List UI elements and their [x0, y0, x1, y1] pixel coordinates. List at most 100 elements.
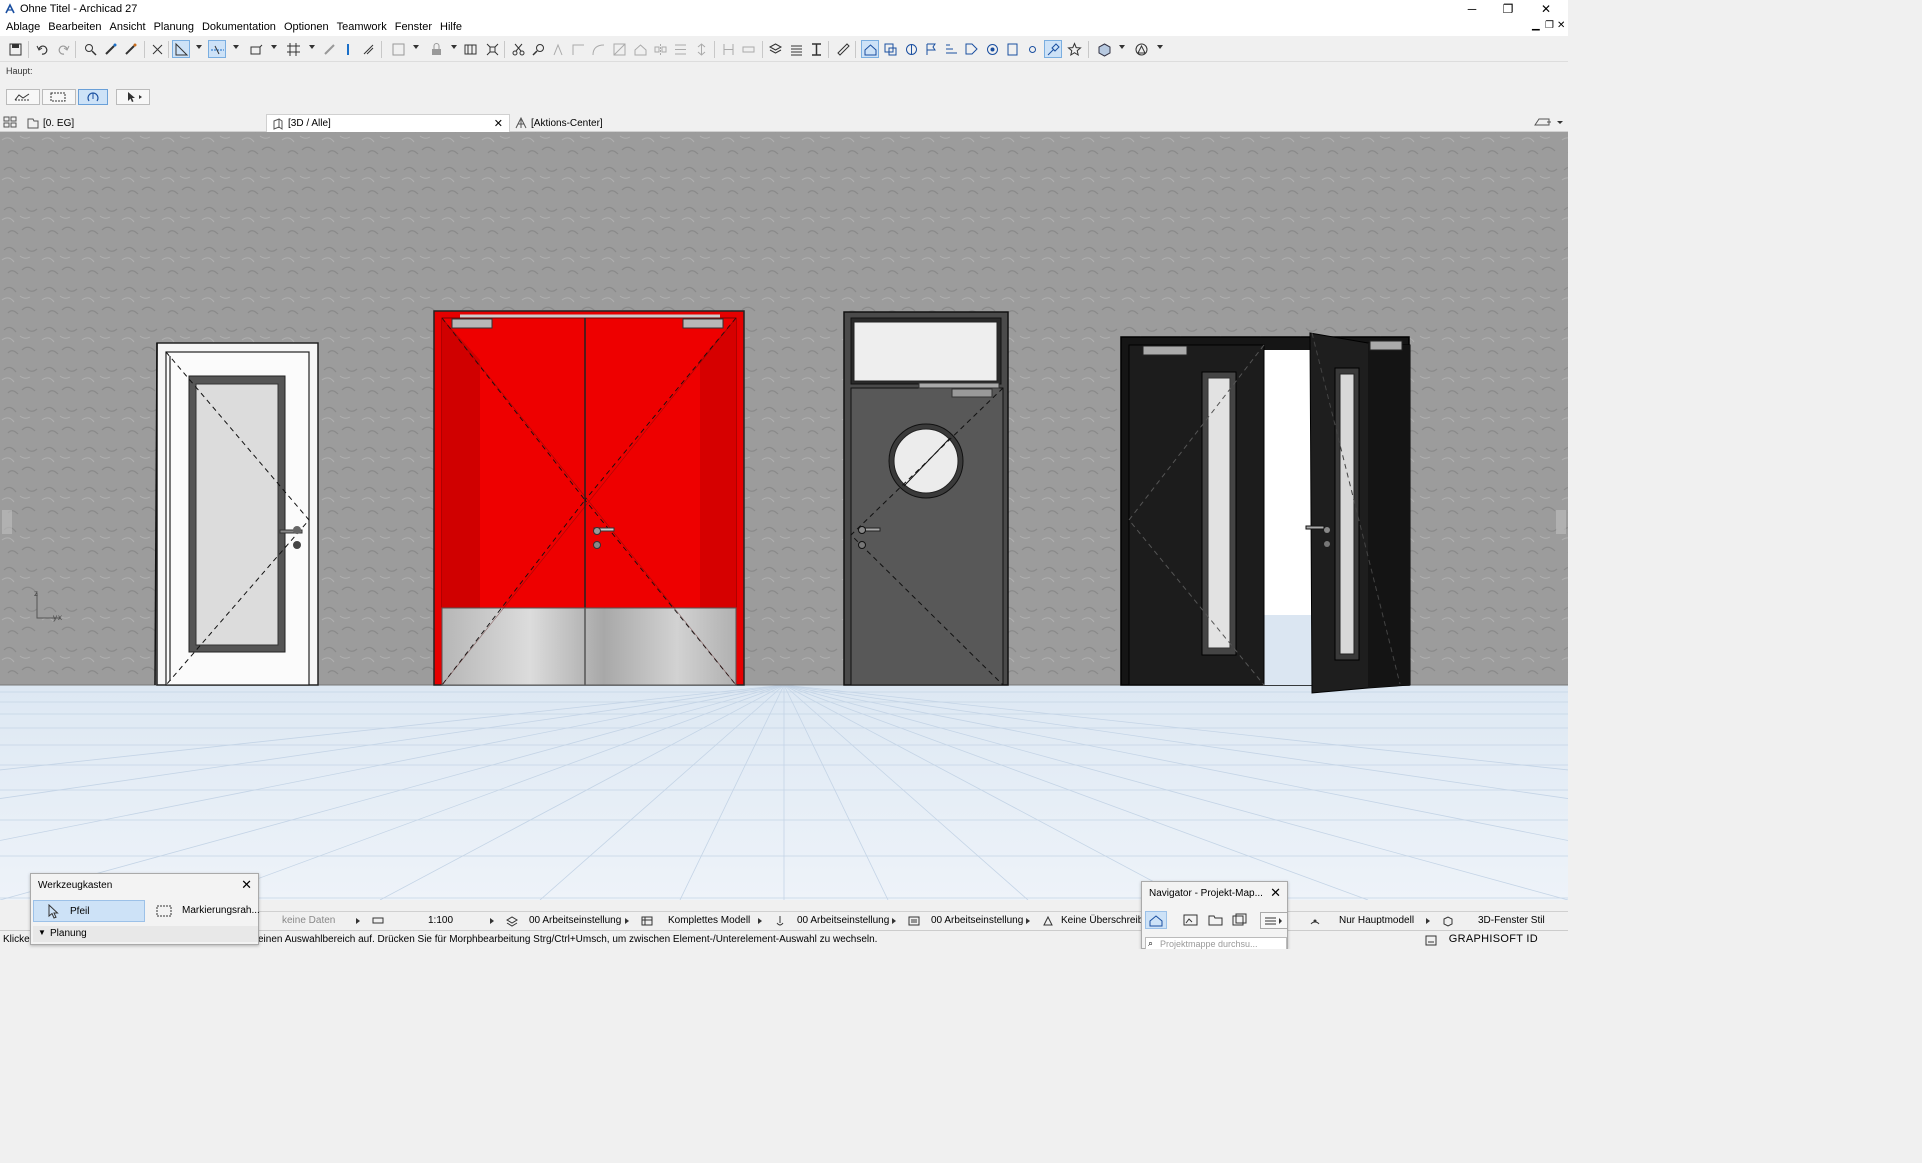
arrow-tool-button[interactable]: [116, 89, 150, 105]
mdi-close-icon[interactable]: ✕: [1557, 20, 1565, 31]
document-icon[interactable]: [1003, 40, 1021, 58]
publisher-sets-icon[interactable]: [1232, 913, 1248, 926]
menu-bearbeiten[interactable]: Bearbeiten: [44, 21, 105, 33]
layout-book-icon[interactable]: [1208, 913, 1224, 926]
stair-icon[interactable]: [787, 40, 805, 58]
selection-method-button[interactable]: [6, 89, 40, 105]
3d-viewport[interactable]: z y x: [0, 132, 1568, 900]
menu-fenster[interactable]: Fenster: [391, 21, 436, 33]
fillet-icon[interactable]: [589, 40, 607, 58]
view-map-icon[interactable]: [1183, 913, 1199, 926]
grid-snap-icon[interactable]: [284, 40, 302, 58]
model-view-icon[interactable]: [641, 915, 653, 927]
scale-value[interactable]: 1:100: [428, 915, 453, 926]
ungroup-icon[interactable]: [148, 40, 166, 58]
tab-close-icon[interactable]: ✕: [494, 117, 503, 130]
dimension-icon[interactable]: [461, 40, 479, 58]
tab-action-center[interactable]: [Aktions-Center]: [510, 114, 754, 132]
favorites-star-icon[interactable]: [1065, 40, 1083, 58]
tools-icon[interactable]: [1044, 40, 1062, 58]
pen-set-icon[interactable]: [774, 915, 786, 927]
menu-ansicht[interactable]: Ansicht: [105, 21, 149, 33]
project-map-button[interactable]: [1145, 911, 1167, 929]
find-select-icon[interactable]: [81, 40, 99, 58]
menu-optionen[interactable]: Optionen: [280, 21, 333, 33]
navigator-close-button[interactable]: ✕: [1270, 885, 1281, 901]
layers-combo-icon[interactable]: [506, 915, 518, 927]
3d-explore-icon[interactable]: [881, 40, 899, 58]
layer-combo-value[interactable]: 00 Arbeitseinstellung: [529, 915, 621, 926]
pick-up-parameters-icon[interactable]: [101, 40, 119, 58]
lock-icon[interactable]: [427, 40, 445, 58]
section-icon[interactable]: [807, 40, 825, 58]
trace-icon[interactable]: [359, 40, 377, 58]
white-door[interactable]: [154, 342, 319, 686]
snap-guides-icon[interactable]: [247, 40, 265, 58]
3d-navigation-icon[interactable]: [861, 40, 879, 58]
3d-orbit-icon[interactable]: [902, 40, 920, 58]
tag-icon[interactable]: [962, 40, 980, 58]
tab-overview-icon[interactable]: [3, 116, 19, 131]
mdi-minimize-icon[interactable]: ▁: [1532, 20, 1540, 31]
pencil-icon[interactable]: [320, 40, 338, 58]
close-window-button[interactable]: ✕: [1528, 0, 1564, 18]
menu-planung[interactable]: Planung: [150, 21, 198, 33]
id-card-icon[interactable]: [1425, 935, 1437, 946]
mvo-icon[interactable]: [908, 915, 920, 927]
black-double-door[interactable]: [1120, 332, 1411, 694]
main-model-icon[interactable]: [1309, 915, 1321, 927]
navigator-search-field[interactable]: ⌕ Projektmappe durchsu...: [1145, 937, 1287, 949]
marquee-shape-button[interactable]: [42, 89, 76, 105]
menu-dokumentation[interactable]: Dokumentation: [198, 21, 280, 33]
graphisoft-id-label[interactable]: GRAPHISOFT ID: [1449, 933, 1538, 945]
tool-arrow[interactable]: Pfeil: [33, 900, 145, 922]
model-view-value[interactable]: Komplettes Modell: [668, 915, 750, 926]
elevate-icon[interactable]: [719, 40, 737, 58]
sun-icon[interactable]: [1023, 40, 1041, 58]
3d-style-value[interactable]: 3D-Fenster Stil: [1478, 915, 1545, 926]
distribute-icon[interactable]: [671, 40, 689, 58]
minimize-button[interactable]: ─: [1454, 0, 1490, 18]
tab-list-icon[interactable]: [1533, 116, 1563, 131]
gravity-icon[interactable]: [172, 40, 190, 58]
tool-marquee[interactable]: Markierungsrah...: [149, 900, 260, 922]
mdi-restore-icon[interactable]: ❐: [1545, 20, 1554, 31]
mvo-value[interactable]: 00 Arbeitseinstellung: [931, 915, 1023, 926]
graphic-override-value[interactable]: Keine Überschreibu: [1061, 915, 1149, 926]
view-cube-icon[interactable]: [1095, 40, 1113, 58]
list-icon[interactable]: [942, 40, 960, 58]
measure-icon[interactable]: [834, 40, 852, 58]
porthole-door[interactable]: [843, 311, 1009, 686]
flag-icon[interactable]: [922, 40, 940, 58]
menu-hilfe[interactable]: Hilfe: [436, 21, 466, 33]
mirror-icon[interactable]: [651, 40, 669, 58]
magic-wand-icon[interactable]: [339, 40, 357, 58]
guide-lines-icon[interactable]: [208, 40, 226, 58]
resize-icon[interactable]: [739, 40, 757, 58]
magnify-icon[interactable]: [529, 40, 547, 58]
main-model-value[interactable]: Nur Hauptmodell: [1339, 915, 1414, 926]
render-icon[interactable]: [983, 40, 1001, 58]
navigator-menu-button[interactable]: [1260, 912, 1288, 929]
red-double-door[interactable]: [433, 310, 745, 686]
fit-icon[interactable]: [483, 40, 501, 58]
menu-teamwork[interactable]: Teamwork: [333, 21, 391, 33]
undo-icon[interactable]: [33, 40, 51, 58]
split-icon[interactable]: [610, 40, 628, 58]
layers-icon[interactable]: [766, 40, 784, 58]
3d-style-icon[interactable]: [1442, 915, 1454, 927]
align-icon[interactable]: [549, 40, 567, 58]
graphic-override-icon[interactable]: [1042, 915, 1054, 927]
cut-icon[interactable]: [509, 40, 527, 58]
stretch-icon[interactable]: [692, 40, 710, 58]
redo-icon[interactable]: [54, 40, 72, 58]
scale-icon[interactable]: [372, 915, 384, 927]
inject-parameters-icon[interactable]: [121, 40, 139, 58]
tab-3d[interactable]: [3D / Alle] ✕: [266, 114, 510, 132]
roof-icon[interactable]: [631, 40, 649, 58]
tab-floorplan[interactable]: [0. EG]: [22, 114, 262, 132]
offset-icon[interactable]: [569, 40, 587, 58]
cursor-snap-button[interactable]: [78, 89, 108, 105]
toolbox-section-planung[interactable]: ▼ Planung: [33, 926, 258, 942]
save-icon[interactable]: [6, 40, 24, 58]
